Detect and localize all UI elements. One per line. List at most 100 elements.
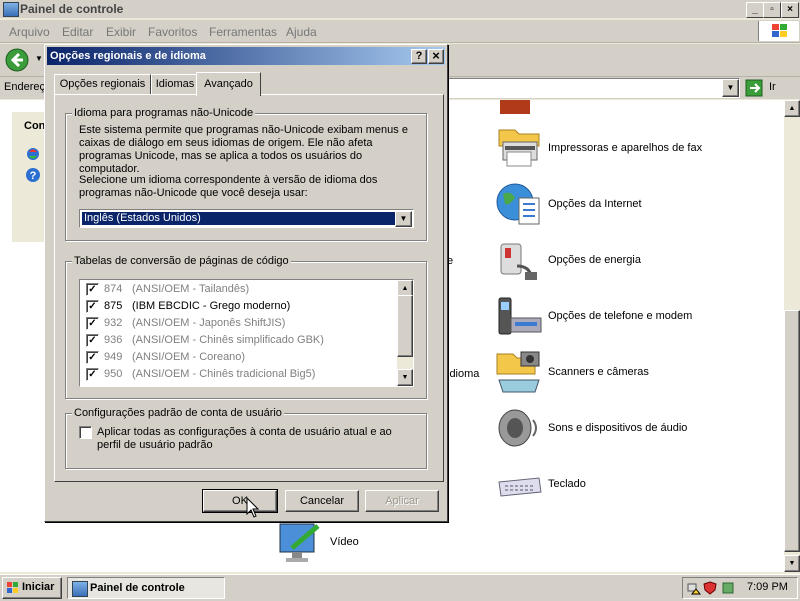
cp-item-label: Vídeo (330, 536, 359, 548)
minimize-button[interactable]: _ (746, 2, 764, 18)
scroll-up-icon[interactable]: ▲ (784, 100, 800, 117)
codepage-scroll-thumb[interactable] (397, 295, 413, 357)
tab-panel-advanced: Idioma para programas não-Unicode Este s… (54, 94, 444, 482)
cp-item-internet[interactable]: Opções da Internet (495, 180, 775, 232)
dialog-close-button[interactable]: × (428, 49, 444, 64)
close-button[interactable]: × (781, 2, 799, 18)
scroll-down-icon[interactable]: ▼ (784, 555, 800, 572)
cp-item-power[interactable]: Opções de energia (495, 236, 775, 288)
apply-to-user-label[interactable]: Aplicar todas as configurações à conta d… (97, 426, 417, 452)
back-icon[interactable] (5, 48, 29, 72)
menu-ajuda[interactable]: Ajuda (286, 25, 317, 39)
tab-opcoes-regionais[interactable]: Opções regionais (54, 74, 151, 95)
cp-item-label: Scanners e câmeras (548, 366, 649, 378)
windows-flag-icon (6, 581, 20, 595)
ok-button[interactable]: OK (202, 489, 278, 513)
codepage-checkbox[interactable]: ✓ (86, 317, 99, 330)
cp-item-video[interactable]: Vídeo (278, 520, 398, 568)
codepage-code: 875 (104, 300, 123, 312)
cp-item-sounds[interactable]: Sons e dispositivos de áudio (495, 404, 775, 456)
address-label: Endereç (4, 81, 45, 93)
taskbar-item-control-panel[interactable]: Painel de controle (67, 577, 225, 599)
cancel-button[interactable]: Cancelar (285, 490, 359, 512)
vertical-scrollbar[interactable]: ▲ ▼ (784, 100, 800, 572)
tab-idiomas[interactable]: Idiomas (151, 74, 199, 95)
language-dropdown-icon[interactable]: ▼ (395, 211, 412, 227)
cp-item-phone[interactable]: Opções de telefone e modem (495, 292, 775, 344)
dialog-title: Opções regionais e de idioma (50, 50, 206, 62)
fonts-icon[interactable] (500, 100, 530, 114)
phone-icon (495, 292, 543, 340)
menu-editar[interactable]: Editar (62, 25, 93, 39)
partial-label-idioma[interactable]: idioma (447, 368, 479, 380)
codepage-code: 950 (104, 368, 123, 380)
codepage-scrollbar[interactable]: ▲ ▼ (397, 280, 413, 386)
language-select[interactable]: Inglês (Estados Unidos) ▼ (79, 209, 414, 228)
codepage-list[interactable]: ✓ 874 (ANSI/OEM - Tailandês) ✓ 875 (IBM EBCDI… (79, 279, 414, 387)
codepage-scroll-down-icon[interactable]: ▼ (397, 369, 413, 386)
window-titlebar[interactable]: Painel de controle _ ▫ × (0, 0, 800, 18)
apply-button[interactable]: Aplicar (365, 490, 439, 512)
codepage-description: (ANSI/OEM - Chinês tradicional Big5) (132, 368, 316, 380)
start-label: Iniciar (22, 581, 55, 593)
keyboard-icon (495, 460, 543, 508)
network-icon[interactable] (687, 581, 702, 595)
codepage-row[interactable]: ✓ 950 (ANSI/OEM - Chinês tradicional Big5) (86, 366, 396, 383)
group-user-defaults: Configurações padrão de conta de usuário… (65, 407, 427, 469)
maximize-button[interactable]: ▫ (763, 2, 781, 18)
printer-icon (495, 124, 543, 172)
group-non-unicode-legend: Idioma para programas não-Unicode (72, 107, 256, 119)
address-input[interactable]: ▼ (446, 78, 740, 98)
windows-update-icon[interactable] (25, 146, 41, 162)
cp-item-keyboard[interactable]: Teclado (495, 460, 775, 512)
codepage-row[interactable]: ✓ 875 (IBM EBCDIC - Grego moderno) (86, 298, 396, 315)
menu-exibir[interactable]: Exibir (106, 25, 136, 39)
codepage-description: (ANSI/OEM - Japonês ShiftJIS) (132, 317, 286, 329)
go-icon[interactable] (745, 79, 763, 97)
codepage-description: (ANSI/OEM - Coreano) (132, 351, 246, 363)
go-label[interactable]: Ir (769, 81, 776, 93)
codepage-checkbox[interactable]: ✓ (86, 368, 99, 381)
codepage-description: (IBM EBCDIC - Grego moderno) (132, 300, 291, 312)
non-unicode-instruction: Selecione um idioma correspondente à ver… (79, 174, 378, 199)
menu-favoritos[interactable]: Favoritos (148, 25, 197, 39)
scroll-thumb[interactable] (784, 310, 800, 552)
back-dropdown-icon[interactable]: ▼ (35, 54, 43, 63)
scanner-icon (495, 348, 543, 396)
start-button[interactable]: Iniciar (2, 577, 62, 599)
cp-item-label: Teclado (548, 478, 586, 490)
speaker-icon (495, 404, 543, 452)
menu-bar: Arquivo Editar Exibir Favoritos Ferramen… (0, 20, 800, 43)
codepage-row[interactable]: ✓ 949 (ANSI/OEM - Coreano) (86, 349, 396, 366)
cp-item-label: Impressoras e aparelhos de fax (548, 142, 703, 154)
group-codepages: Tabelas de conversão de páginas de códig… (65, 255, 427, 399)
cp-item-scanners[interactable]: Scanners e câmeras (495, 348, 775, 400)
dialog-titlebar[interactable]: Opções regionais e de idioma ? × (47, 47, 445, 65)
window-title: Painel de controle (20, 2, 124, 16)
codepage-row[interactable]: ✓ 874 (ANSI/OEM - Tailandês) (86, 281, 396, 298)
cp-item-label: Opções de telefone e modem (548, 310, 693, 322)
apply-to-user-checkbox[interactable] (79, 426, 92, 439)
codepage-code: 936 (104, 334, 123, 346)
group-codepages-legend: Tabelas de conversão de páginas de códig… (72, 255, 291, 267)
menu-arquivo[interactable]: Arquivo (9, 25, 50, 39)
codepage-checkbox[interactable]: ✓ (86, 300, 99, 313)
codepage-code: 874 (104, 283, 123, 295)
address-dropdown-icon[interactable]: ▼ (722, 79, 739, 97)
taskbar-item-label: Painel de controle (90, 582, 185, 594)
security-shield-icon[interactable] (703, 581, 717, 595)
codepage-row[interactable]: ✓ 936 (ANSI/OEM - Chinês simplificado GBK) (86, 332, 396, 349)
svg-text:?: ? (30, 170, 37, 182)
tab-avancado[interactable]: Avançado (196, 72, 261, 96)
tray-app-icon[interactable] (721, 581, 735, 595)
menu-ferramentas[interactable]: Ferramentas (209, 25, 277, 39)
codepage-checkbox[interactable]: ✓ (86, 283, 99, 296)
codepage-checkbox[interactable]: ✓ (86, 351, 99, 364)
clock[interactable]: 7:09 PM (747, 581, 788, 593)
dialog-help-button[interactable]: ? (411, 49, 427, 64)
task-pane-heading: Con (24, 120, 46, 132)
cp-item-printers[interactable]: Impressoras e aparelhos de fax (495, 124, 775, 176)
help-icon[interactable]: ? (25, 167, 41, 183)
codepage-checkbox[interactable]: ✓ (86, 334, 99, 347)
codepage-row[interactable]: ✓ 932 (ANSI/OEM - Japonês ShiftJIS) (86, 315, 396, 332)
